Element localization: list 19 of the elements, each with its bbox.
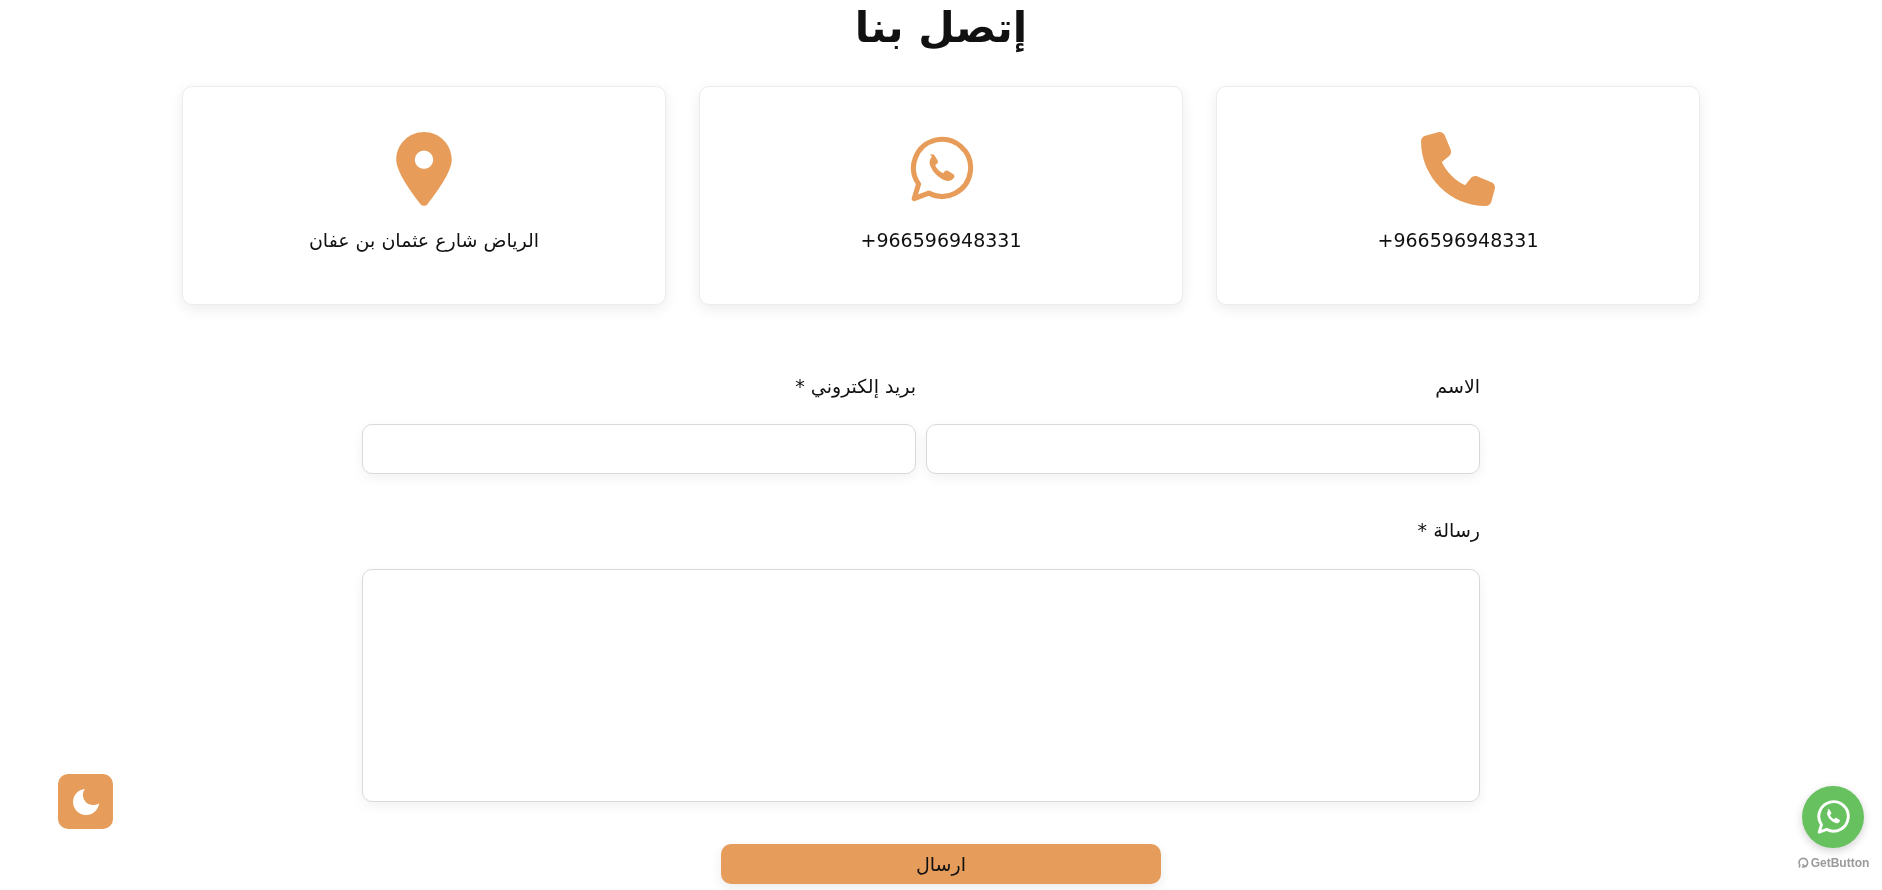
chat-button[interactable]	[1802, 786, 1864, 848]
theme-toggle-button[interactable]	[58, 774, 113, 829]
contact-text: +966596948331	[1377, 228, 1539, 252]
field-label: رسالة *	[1417, 518, 1480, 542]
phone-bubble-icon	[908, 136, 974, 202]
map-pin-icon	[396, 132, 452, 206]
page-title: إتصل بنا	[854, 2, 1028, 55]
submit-button[interactable]: ارسال	[721, 844, 1161, 884]
input-field[interactable]	[362, 424, 916, 474]
message-field[interactable]	[362, 569, 1480, 802]
phone-bubble-icon	[1816, 800, 1850, 834]
moon-icon	[72, 788, 99, 815]
input-field[interactable]	[926, 424, 1480, 474]
phone-icon	[1421, 132, 1495, 206]
contact-text: الرياض شارع عثمان بن عفان	[308, 228, 540, 252]
field-label: الاسم	[1435, 374, 1480, 398]
swirl-icon	[1796, 857, 1809, 869]
field-label: بريد إلكتروني *	[795, 374, 916, 398]
contact-text: +966596948331	[860, 228, 1022, 252]
